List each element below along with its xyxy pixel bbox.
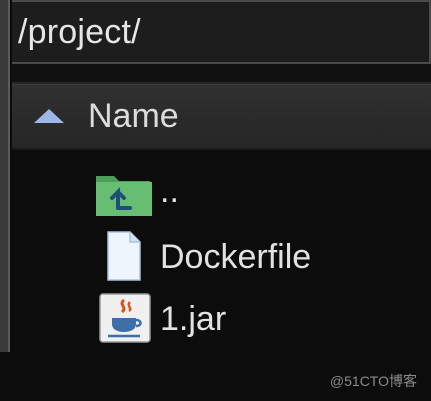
file-browser-panel: /project/ Name .. Dockerfile 1.jar @51CT… [0, 0, 431, 401]
list-item-parent[interactable]: .. [12, 166, 431, 224]
column-header-name[interactable]: Name [12, 84, 431, 150]
current-path[interactable]: /project/ [18, 13, 141, 52]
parent-folder-icon [96, 176, 152, 216]
file-list: .. Dockerfile 1.jar [12, 150, 431, 401]
list-item-label: Dockerfile [160, 238, 312, 276]
path-bar[interactable]: /project/ [12, 0, 431, 64]
list-item-dockerfile[interactable]: Dockerfile [12, 230, 431, 288]
java-jar-icon [99, 293, 151, 343]
watermark: @51CTO博客 [329, 373, 417, 389]
column-header-label: Name [88, 97, 179, 135]
list-item-label: .. [160, 172, 179, 210]
list-item-label: 1.jar [160, 300, 227, 338]
list-item-jar[interactable]: 1.jar [12, 292, 431, 350]
left-panel-border [0, 0, 10, 352]
toolbar-spacer [12, 64, 431, 84]
file-icon [107, 231, 141, 281]
sort-ascending-icon[interactable] [34, 109, 64, 123]
